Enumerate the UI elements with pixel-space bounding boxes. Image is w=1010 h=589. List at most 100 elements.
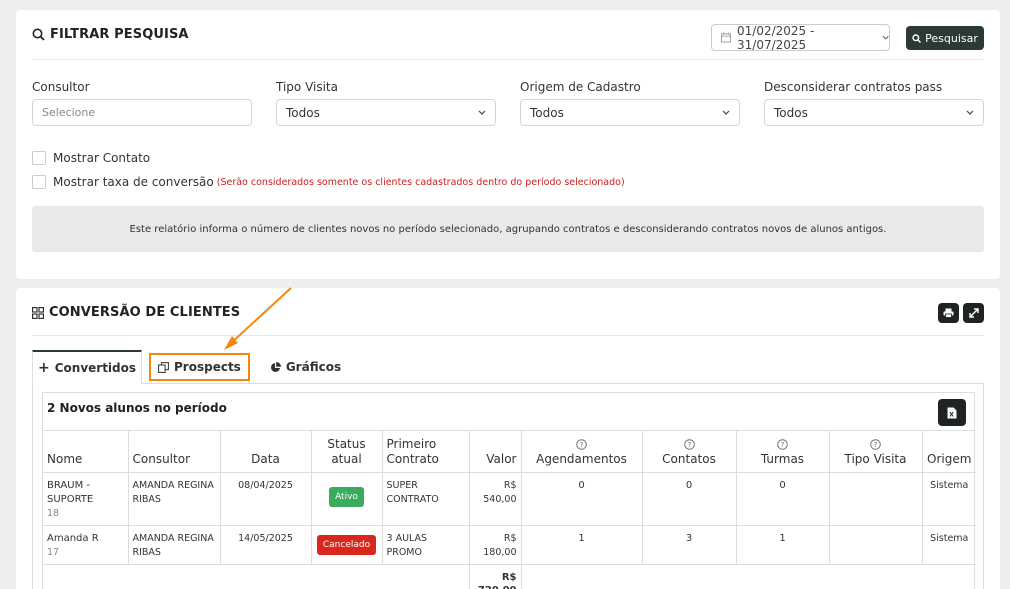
consultor-label: Consultor bbox=[32, 80, 90, 94]
svg-text:?: ? bbox=[781, 441, 785, 449]
origem-cadastro-label: Origem de Cadastro bbox=[520, 80, 641, 94]
cell-agendamentos: 1 bbox=[521, 525, 643, 565]
conversion-title: CONVERSÃO DE CLIENTES bbox=[32, 305, 240, 320]
status-badge: Ativo bbox=[329, 486, 364, 507]
help-icon: ? bbox=[576, 438, 587, 450]
cell-contatos: 0 bbox=[642, 472, 737, 526]
table-row[interactable]: BRAUM - SUPORTE 18 AMANDA REGINA RIBAS 0… bbox=[43, 472, 976, 526]
tab-convertidos[interactable]: + Convertidos bbox=[32, 350, 142, 384]
total-spacer-right bbox=[521, 564, 976, 589]
plus-icon: + bbox=[37, 359, 50, 376]
cell-nome[interactable]: Amanda R 17 bbox=[43, 525, 129, 565]
mostrar-contato-row[interactable]: Mostrar Contato bbox=[32, 151, 150, 165]
conversion-card: CONVERSÃO DE CLIENTES + Convertidos Pros… bbox=[16, 288, 1000, 589]
cell-consultor: AMANDA REGINA RIBAS bbox=[128, 472, 221, 526]
cell-tipo-visita bbox=[829, 525, 923, 565]
total-valor: R$ 720,00 bbox=[469, 564, 522, 589]
cell-origem: Sistema bbox=[922, 472, 976, 526]
copy-icon bbox=[158, 361, 169, 373]
date-range-picker[interactable]: 01/02/2025 - 31/07/2025 bbox=[711, 23, 890, 52]
print-button[interactable] bbox=[938, 303, 959, 323]
info-box: Este relatório informa o número de clien… bbox=[32, 206, 984, 252]
col-origem[interactable]: Origem bbox=[922, 431, 976, 473]
cell-contrato: 3 AULAS PROMO bbox=[382, 525, 470, 565]
cell-valor: R$ 540,00 bbox=[469, 472, 522, 526]
col-primeiro-contrato[interactable]: Primeiro Contrato bbox=[382, 431, 470, 473]
search-icon bbox=[32, 28, 45, 41]
filter-card: FILTRAR PESQUISA 01/02/2025 - 31/07/2025… bbox=[16, 10, 1000, 279]
mostrar-taxa-checkbox[interactable] bbox=[32, 175, 46, 189]
cell-contrato: SUPER CONTRATO bbox=[382, 472, 470, 526]
col-nome[interactable]: Nome bbox=[43, 431, 129, 473]
table-caption: 2 Novos alunos no período bbox=[47, 401, 227, 415]
col-status[interactable]: Status atual bbox=[311, 431, 383, 473]
col-consultor[interactable]: Consultor bbox=[128, 431, 221, 473]
col-agendamentos[interactable]: ? Agendamentos bbox=[521, 431, 643, 473]
table-header-bar: 2 Novos alunos no período X bbox=[43, 393, 974, 431]
cell-turmas: 1 bbox=[736, 525, 830, 565]
svg-text:X: X bbox=[949, 411, 954, 418]
results-table-wrap: 2 Novos alunos no período X Nome Consult… bbox=[42, 392, 976, 589]
chevron-down-icon bbox=[966, 110, 974, 115]
tipo-visita-select[interactable]: Todos bbox=[276, 99, 496, 126]
cell-agendamentos: 0 bbox=[521, 472, 643, 526]
mostrar-taxa-row[interactable]: Mostrar taxa de conversão (Serão conside… bbox=[32, 175, 625, 189]
col-contatos[interactable]: ? Contatos bbox=[642, 431, 737, 473]
taxa-note: (Serão considerados somente os clientes … bbox=[216, 176, 625, 188]
table-total-row: R$ 720,00 bbox=[43, 564, 976, 589]
table-header-row: Nome Consultor Data Status atual Primeir… bbox=[43, 431, 976, 473]
tab-panel-convertidos: 2 Novos alunos no período X Nome Consult… bbox=[32, 384, 984, 589]
cell-tipo-visita bbox=[829, 472, 923, 526]
total-spacer bbox=[43, 564, 470, 589]
desconsiderar-label: Desconsiderar contratos pass bbox=[764, 80, 943, 94]
cell-turmas: 0 bbox=[736, 472, 830, 526]
svg-text:?: ? bbox=[580, 441, 584, 449]
chevron-down-icon bbox=[478, 110, 486, 115]
consultor-select[interactable]: Selecione bbox=[32, 99, 252, 126]
cell-valor: R$ 180,00 bbox=[469, 525, 522, 565]
divider bbox=[32, 335, 984, 336]
chevron-down-icon bbox=[722, 110, 730, 115]
calendar-icon bbox=[721, 32, 731, 43]
filter-title: FILTRAR PESQUISA bbox=[32, 27, 189, 42]
pie-chart-icon bbox=[270, 361, 281, 372]
help-icon: ? bbox=[777, 438, 788, 450]
cell-status: Cancelado bbox=[311, 525, 383, 565]
desconsiderar-select[interactable]: Todos bbox=[764, 99, 984, 126]
cell-origem: Sistema bbox=[922, 525, 976, 565]
export-excel-button[interactable]: X bbox=[938, 399, 966, 426]
expand-icon bbox=[968, 308, 979, 318]
cell-data: 08/04/2025 bbox=[220, 472, 312, 526]
divider bbox=[32, 59, 984, 60]
tab-graficos[interactable]: Gráficos bbox=[258, 350, 353, 384]
results-table: Nome Consultor Data Status atual Primeir… bbox=[43, 431, 976, 589]
cell-contatos: 3 bbox=[642, 525, 737, 565]
chevron-down-icon bbox=[882, 35, 889, 40]
expand-button[interactable] bbox=[963, 303, 984, 323]
cell-nome[interactable]: BRAUM - SUPORTE 18 bbox=[43, 472, 129, 526]
tipo-visita-label: Tipo Visita bbox=[276, 80, 338, 94]
col-valor[interactable]: Valor bbox=[469, 431, 522, 473]
status-badge: Cancelado bbox=[316, 534, 377, 555]
svg-text:?: ? bbox=[687, 441, 691, 449]
help-icon: ? bbox=[683, 438, 695, 450]
search-button[interactable]: Pesquisar bbox=[906, 26, 984, 50]
consultor-placeholder: Selecione bbox=[42, 106, 96, 119]
col-tipo-visita[interactable]: ? Tipo Visita bbox=[829, 431, 923, 473]
cell-consultor: AMANDA REGINA RIBAS bbox=[128, 525, 221, 565]
mostrar-contato-checkbox[interactable] bbox=[32, 151, 46, 165]
origem-cadastro-select[interactable]: Todos bbox=[520, 99, 740, 126]
date-range-value: 01/02/2025 - 31/07/2025 bbox=[737, 23, 815, 52]
tab-bar: + Convertidos Prospects Gráficos bbox=[32, 350, 353, 384]
col-data[interactable]: Data bbox=[220, 431, 312, 473]
col-turmas[interactable]: ? Turmas bbox=[736, 431, 830, 473]
grid-icon bbox=[32, 306, 44, 319]
search-icon bbox=[912, 33, 922, 43]
svg-text:?: ? bbox=[874, 441, 878, 449]
excel-file-icon: X bbox=[947, 407, 957, 418]
printer-icon bbox=[943, 308, 954, 318]
tab-prospects[interactable]: Prospects bbox=[149, 353, 250, 381]
table-row[interactable]: Amanda R 17 AMANDA REGINA RIBAS 14/05/20… bbox=[43, 525, 976, 565]
help-icon: ? bbox=[870, 438, 881, 450]
cell-status: Ativo bbox=[311, 472, 383, 526]
